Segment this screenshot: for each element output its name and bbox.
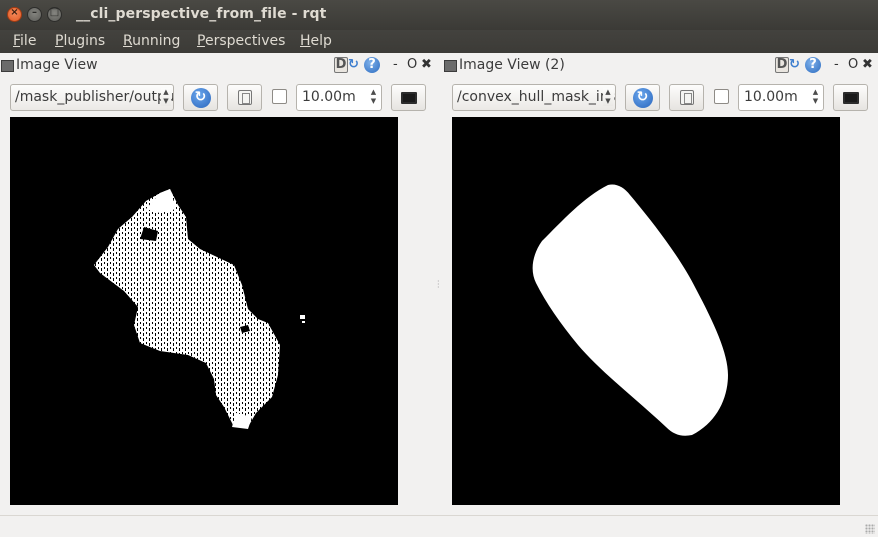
fit-window-icon	[400, 92, 417, 104]
pane2-fit-button[interactable]	[833, 84, 868, 111]
window-title: __cli_perspective_from_file - rqt	[76, 6, 327, 22]
pane2-topic-select[interactable]: /convex_hull_mask_image ▲▼	[452, 84, 616, 111]
close-dock-icon[interactable]: ✖	[862, 57, 873, 72]
chevron-updown-icon: ▲ ▼	[161, 88, 171, 106]
mask-image	[94, 189, 305, 429]
save-icon	[679, 90, 694, 105]
pane1-refresh-button[interactable]: ↻	[183, 84, 218, 111]
window-maximize-button[interactable]: □	[47, 7, 62, 22]
window-close-button[interactable]: ×	[7, 7, 22, 22]
pane2-timeout-value: 10.00m	[744, 89, 798, 105]
pane1-dock-icons: D ↻ ? - O ✖	[334, 57, 438, 75]
fit-window-icon	[842, 92, 859, 104]
pane1-image-display[interactable]	[10, 117, 398, 505]
pane2-timeout-spinbox[interactable]: 10.00m ▲ ▼	[738, 84, 824, 111]
minimize-icon: –	[32, 7, 37, 18]
spin-arrows-icon: ▲ ▼	[370, 88, 377, 105]
pane1-topic-select[interactable]: /mask_publisher/output ▲ ▼	[10, 84, 174, 111]
reload-icon[interactable]: ↻	[348, 57, 363, 73]
resize-grip-icon[interactable]	[865, 524, 875, 534]
help-icon[interactable]: ?	[805, 57, 821, 73]
d-icon[interactable]: D	[334, 57, 348, 73]
pane2-image-display[interactable]	[452, 117, 840, 505]
float-dock-icon[interactable]: O	[848, 57, 858, 72]
minimize-dock-icon[interactable]: -	[393, 57, 398, 72]
refresh-icon: ↻	[190, 88, 211, 108]
menu-help[interactable]: Help	[300, 33, 332, 49]
pane1-title: Image View	[16, 57, 98, 73]
pane2-refresh-button[interactable]: ↻	[625, 84, 660, 111]
reload-icon[interactable]: ↻	[789, 57, 804, 73]
save-icon	[237, 90, 252, 105]
menu-plugins[interactable]: Plugins	[55, 33, 105, 49]
maximize-icon: □	[49, 7, 60, 18]
pane1-zoom-checkbox[interactable]	[272, 89, 287, 104]
menu-bar: File Plugins Running Perspectives Help	[0, 30, 878, 53]
title-bar: × – □ __cli_perspective_from_file - rqt	[0, 0, 878, 30]
pane2-dock-icons: D ↻ ? - O ✖	[775, 57, 878, 75]
close-icon: ×	[10, 7, 19, 18]
pane1-topic-value: /mask_publisher/output	[15, 89, 174, 105]
pane2-zoom-checkbox[interactable]	[714, 89, 729, 104]
pane1-save-button[interactable]	[227, 84, 262, 111]
menu-running[interactable]: Running	[123, 33, 180, 49]
image-view-icon	[444, 60, 457, 72]
pane-splitter[interactable]: · · ·	[437, 278, 440, 292]
chevron-updown-icon: ▲ ▼	[603, 88, 613, 106]
menu-file[interactable]: File	[13, 33, 36, 49]
pane2-topic-value: /convex_hull_mask_image	[457, 89, 615, 105]
menu-perspectives[interactable]: Perspectives	[197, 33, 285, 49]
float-dock-icon[interactable]: O	[407, 57, 417, 72]
convex-hull-image	[532, 184, 728, 436]
pane1-timeout-value: 10.00m	[302, 89, 356, 105]
status-bar	[0, 515, 878, 537]
window-minimize-button[interactable]: –	[27, 7, 42, 22]
image-view-icon	[1, 60, 14, 72]
pane2-save-button[interactable]	[669, 84, 704, 111]
d-icon[interactable]: D	[775, 57, 789, 73]
minimize-dock-icon[interactable]: -	[834, 57, 839, 72]
close-dock-icon[interactable]: ✖	[421, 57, 432, 72]
pane1-timeout-spinbox[interactable]: 10.00m ▲ ▼	[296, 84, 382, 111]
pane2-title: Image View (2)	[459, 57, 565, 73]
spin-arrows-icon: ▲ ▼	[812, 88, 819, 105]
help-icon[interactable]: ?	[364, 57, 380, 73]
refresh-icon: ↻	[632, 88, 653, 108]
pane1-fit-button[interactable]	[391, 84, 426, 111]
